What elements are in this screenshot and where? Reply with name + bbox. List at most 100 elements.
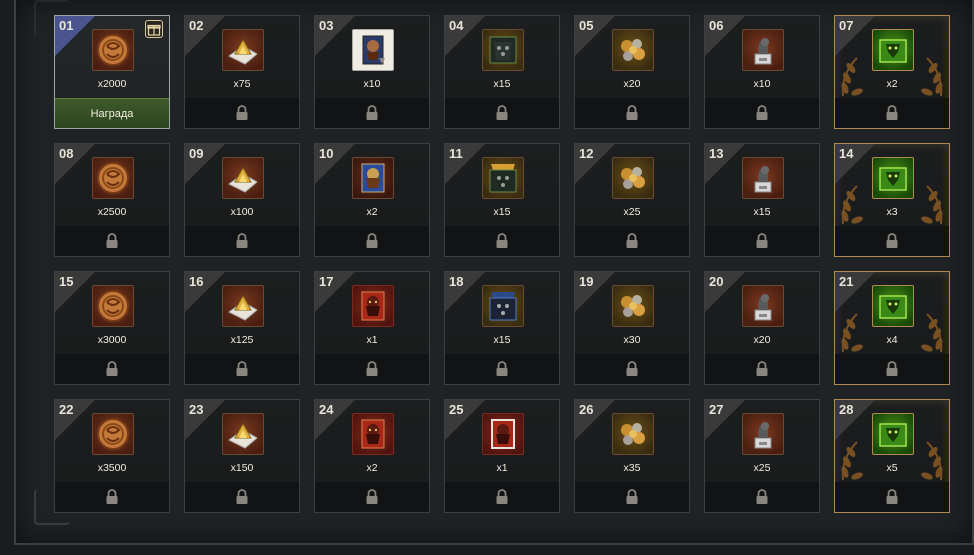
lock-icon bbox=[495, 489, 509, 505]
reward-cell-25: 25 x1 bbox=[444, 399, 560, 513]
day-number: 23 bbox=[189, 402, 204, 417]
lock-icon bbox=[625, 233, 639, 249]
reward-cell-26: 26 x35 bbox=[574, 399, 690, 513]
gold-pile-icon[interactable] bbox=[222, 157, 264, 199]
reward-footer bbox=[185, 482, 299, 512]
day-number: 10 bbox=[319, 146, 334, 161]
armor-set-icon[interactable] bbox=[482, 285, 524, 327]
lion-statue-icon[interactable] bbox=[742, 157, 784, 199]
reward-quantity: x10 bbox=[753, 78, 771, 90]
reward-cell-12: 12 x25 bbox=[574, 143, 690, 257]
gold-pile-icon[interactable] bbox=[222, 29, 264, 71]
reward-quantity: x2500 bbox=[97, 206, 127, 218]
lock-icon bbox=[105, 233, 119, 249]
claim-reward-button[interactable]: Награда bbox=[55, 98, 169, 128]
green-chest-icon[interactable] bbox=[872, 157, 914, 199]
day-number: 07 bbox=[839, 18, 854, 33]
ore-icon[interactable] bbox=[612, 157, 654, 199]
lock-icon bbox=[885, 105, 899, 121]
reward-cell-01[interactable]: 01 x2000 Награда bbox=[54, 15, 170, 129]
hero-card-icon[interactable] bbox=[352, 285, 394, 327]
reward-cell-07: 07 x2 bbox=[834, 15, 950, 129]
hero-card-icon[interactable] bbox=[482, 413, 524, 455]
day-number: 05 bbox=[579, 18, 594, 33]
green-chest-icon[interactable] bbox=[872, 285, 914, 327]
lock-icon bbox=[365, 233, 379, 249]
hero-card-icon[interactable] bbox=[352, 29, 394, 71]
reward-cell-24: 24 x2 bbox=[314, 399, 430, 513]
day-number: 04 bbox=[449, 18, 464, 33]
lock-icon bbox=[365, 361, 379, 377]
green-chest-icon[interactable] bbox=[872, 29, 914, 71]
reward-quantity: x3 bbox=[886, 206, 898, 218]
reward-quantity: x20 bbox=[753, 334, 771, 346]
lock-icon bbox=[235, 489, 249, 505]
reward-cell-16: 16 x125 bbox=[184, 271, 300, 385]
reward-cell-21: 21 x4 bbox=[834, 271, 950, 385]
gold-pile-icon[interactable] bbox=[222, 285, 264, 327]
lock-icon bbox=[105, 489, 119, 505]
reward-cell-06: 06 x10 bbox=[704, 15, 820, 129]
ore-icon[interactable] bbox=[612, 29, 654, 71]
reward-footer bbox=[575, 354, 689, 384]
reward-footer bbox=[185, 354, 299, 384]
lion-statue-icon[interactable] bbox=[742, 413, 784, 455]
reward-quantity: x15 bbox=[493, 206, 511, 218]
reward-footer bbox=[705, 482, 819, 512]
reward-footer bbox=[835, 226, 949, 256]
lock-icon bbox=[755, 233, 769, 249]
reward-quantity: x1 bbox=[496, 462, 508, 474]
hero-card-icon[interactable] bbox=[352, 157, 394, 199]
coin-icon[interactable] bbox=[92, 157, 134, 199]
reward-footer bbox=[445, 354, 559, 384]
reward-cell-05: 05 x20 bbox=[574, 15, 690, 129]
reward-footer bbox=[55, 482, 169, 512]
gold-pile-icon[interactable] bbox=[222, 413, 264, 455]
lock-icon bbox=[755, 361, 769, 377]
reward-cell-08: 08 x2500 bbox=[54, 143, 170, 257]
reward-footer bbox=[315, 98, 429, 128]
reward-quantity: x35 bbox=[623, 462, 641, 474]
ore-icon[interactable] bbox=[612, 285, 654, 327]
reward-quantity: x25 bbox=[623, 206, 641, 218]
day-number: 20 bbox=[709, 274, 724, 289]
reward-footer bbox=[835, 482, 949, 512]
reward-cell-19: 19 x30 bbox=[574, 271, 690, 385]
ore-icon[interactable] bbox=[612, 413, 654, 455]
reward-cell-13: 13 x15 bbox=[704, 143, 820, 257]
coin-icon[interactable] bbox=[92, 285, 134, 327]
reward-cell-02: 02 x75 bbox=[184, 15, 300, 129]
reward-quantity: x2000 bbox=[97, 78, 127, 90]
lion-statue-icon[interactable] bbox=[742, 285, 784, 327]
reward-footer bbox=[575, 98, 689, 128]
green-chest-icon[interactable] bbox=[872, 413, 914, 455]
lion-statue-icon[interactable] bbox=[742, 29, 784, 71]
day-number: 28 bbox=[839, 402, 854, 417]
reward-cell-09: 09 x100 bbox=[184, 143, 300, 257]
reward-quantity: x15 bbox=[493, 334, 511, 346]
day-number: 24 bbox=[319, 402, 334, 417]
lock-icon bbox=[625, 361, 639, 377]
armor-set-icon[interactable] bbox=[482, 157, 524, 199]
reward-quantity: x1 bbox=[366, 334, 378, 346]
day-number: 22 bbox=[59, 402, 74, 417]
reward-cell-27: 27 x25 bbox=[704, 399, 820, 513]
reward-cell-03: 03 x10 bbox=[314, 15, 430, 129]
hero-card-icon[interactable] bbox=[352, 413, 394, 455]
armor-set-icon[interactable] bbox=[482, 29, 524, 71]
coin-icon[interactable] bbox=[92, 29, 134, 71]
lock-icon bbox=[755, 105, 769, 121]
reward-cell-11: 11 x15 bbox=[444, 143, 560, 257]
reward-footer bbox=[315, 354, 429, 384]
reward-footer bbox=[835, 98, 949, 128]
reward-quantity: x5 bbox=[886, 462, 898, 474]
reward-quantity: x10 bbox=[363, 78, 381, 90]
lock-icon bbox=[495, 361, 509, 377]
lock-icon bbox=[625, 105, 639, 121]
lock-icon bbox=[105, 361, 119, 377]
day-number: 12 bbox=[579, 146, 594, 161]
day-number: 09 bbox=[189, 146, 204, 161]
coin-icon[interactable] bbox=[92, 413, 134, 455]
gift-icon[interactable] bbox=[145, 20, 163, 38]
reward-footer bbox=[445, 482, 559, 512]
